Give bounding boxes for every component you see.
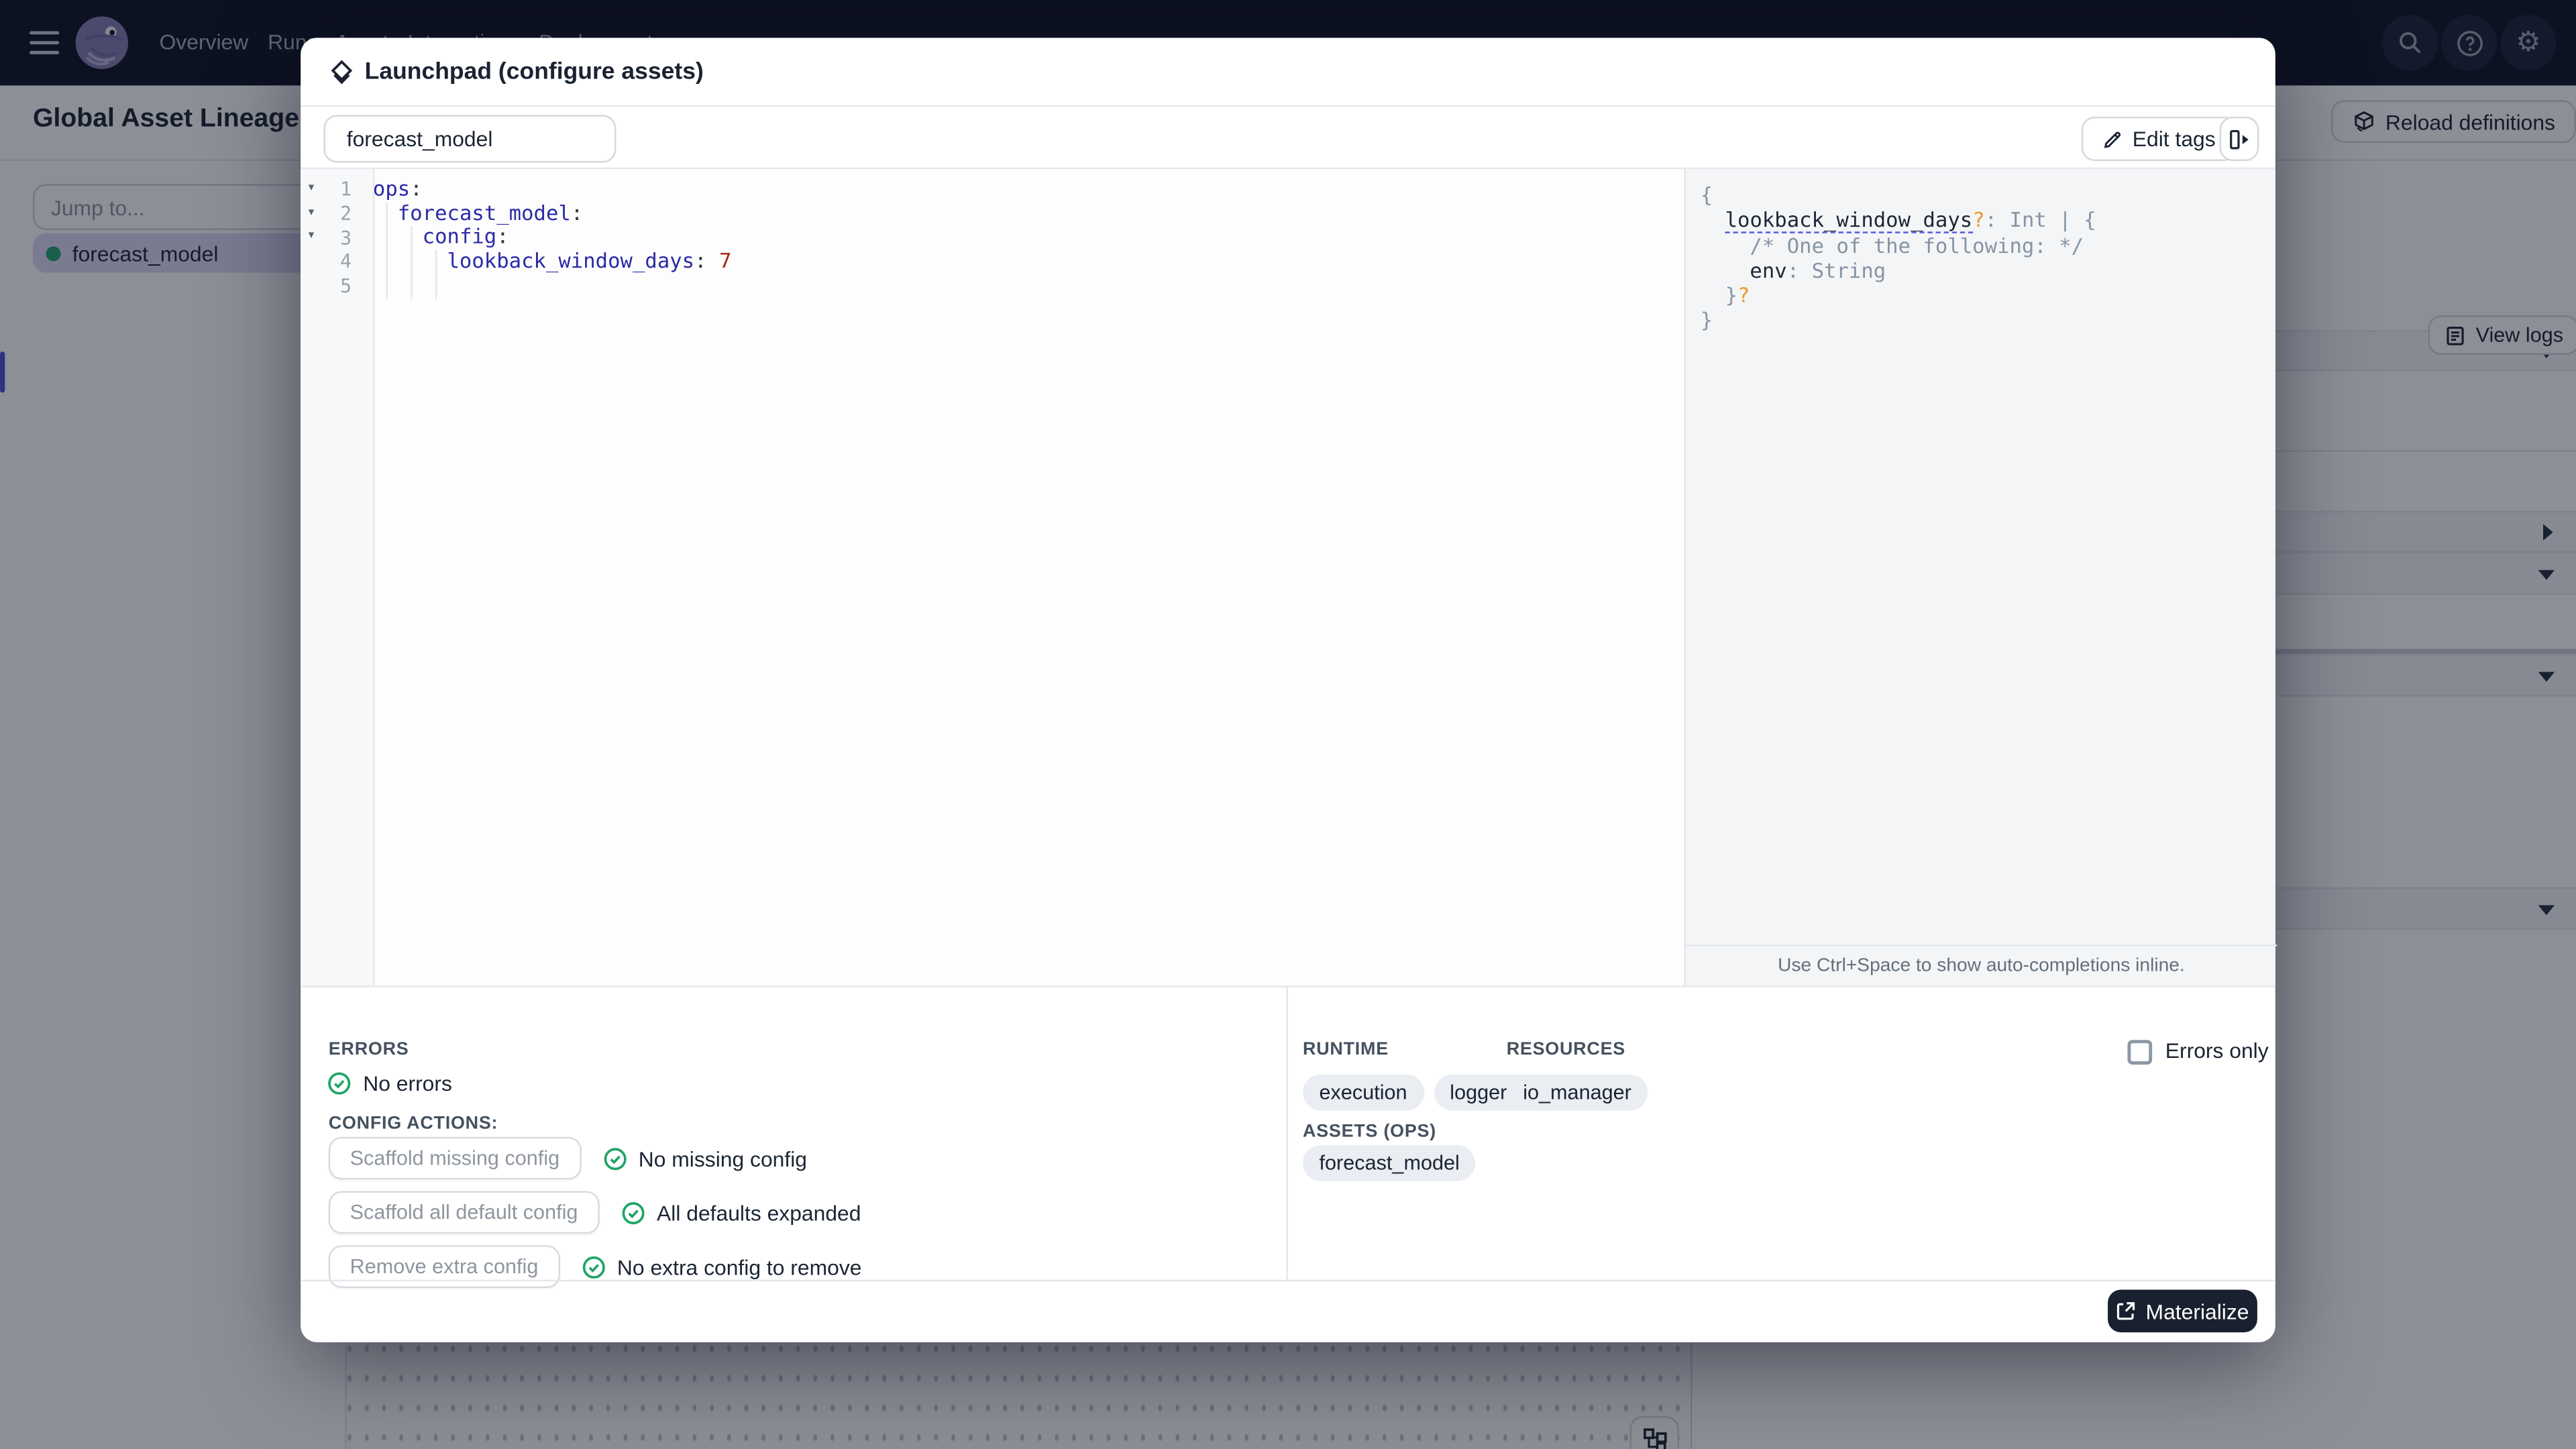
- modal-bottom-section: ERRORS No errors CONFIG ACTIONS: Scaffol…: [301, 985, 2275, 1289]
- autocomplete-hint: Use Ctrl+Space to show auto-completions …: [1685, 945, 2277, 985]
- schema-line: }: [1700, 308, 1713, 333]
- expand-panel-button[interactable]: [2219, 116, 2259, 162]
- config-action-row: Scaffold missing config No missing confi…: [328, 1136, 807, 1180]
- line-number: 2: [340, 202, 352, 225]
- config-action-status: No missing config: [602, 1146, 807, 1171]
- edit-tags-label: Edit tags: [2132, 126, 2216, 152]
- resources-tags: io_manager: [1506, 1074, 1648, 1111]
- check-circle-icon: [602, 1146, 627, 1171]
- errors-section-label: ERRORS: [328, 1040, 409, 1060]
- config-action-status: No extra config to remove: [581, 1254, 861, 1279]
- launchpad-modal: Launchpad (configure assets) forecast_mo…: [301, 38, 2277, 1342]
- errors-status: No errors: [327, 1071, 452, 1096]
- runtime-label: RUNTIME: [1303, 1040, 1389, 1060]
- scaffold-missing-config-button[interactable]: Scaffold missing config: [328, 1136, 582, 1180]
- launchpad-layers-icon: [329, 59, 355, 85]
- config-editor[interactable]: ▾ 1 ops: ▾ 2 forecast_model: ▾ 3 config: 4 look…: [301, 169, 1682, 986]
- modal-footer: Materialize: [301, 1279, 2275, 1342]
- resources-label: RESOURCES: [1506, 1040, 1625, 1060]
- schema-line: {: [1700, 182, 1713, 207]
- check-circle-icon: [581, 1254, 606, 1279]
- launch-external-icon: [2116, 1301, 2135, 1321]
- code-line[interactable]: 4 lookback_window_days: 7: [301, 248, 1682, 274]
- scaffold-all-default-config-button[interactable]: Scaffold all default config: [328, 1191, 600, 1234]
- assets-ops-tag: forecast_model: [1303, 1144, 1477, 1181]
- code-line[interactable]: 5: [301, 274, 1682, 298]
- line-number: 1: [340, 178, 352, 201]
- editor-lines: ▾ 1 ops: ▾ 2 forecast_model: ▾ 3 config: 4 look…: [301, 176, 1682, 298]
- config-actions-label: CONFIG ACTIONS:: [328, 1114, 498, 1134]
- materialize-button[interactable]: Materialize: [2108, 1289, 2257, 1333]
- divider: [1286, 987, 1289, 1282]
- config-action-status-text: No missing config: [638, 1146, 808, 1171]
- line-number: 5: [340, 274, 352, 298]
- runtime-tag: execution: [1303, 1074, 1424, 1111]
- modal-header: Launchpad (configure assets): [301, 38, 2275, 107]
- schema-line: /* One of the following: */: [1750, 232, 2084, 258]
- code-line[interactable]: ▾ 2 forecast_model:: [301, 200, 1682, 225]
- schema-lines: { lookback_window_days?: Int | { /* One …: [1701, 182, 2096, 333]
- indent-guide: [411, 226, 413, 299]
- fold-arrow-icon[interactable]: ▾: [301, 225, 322, 250]
- fold-arrow-icon[interactable]: ▾: [301, 201, 322, 225]
- edit-tags-button[interactable]: Edit tags: [2081, 116, 2237, 162]
- config-action-status: All defaults expanded: [621, 1200, 861, 1225]
- materialize-label: Materialize: [2145, 1298, 2249, 1324]
- code-line[interactable]: ▾ 1 ops:: [301, 176, 1682, 201]
- schema-line: }?: [1725, 282, 1750, 308]
- indent-guide: [435, 250, 437, 299]
- line-number: 3: [340, 226, 352, 250]
- config-action-row: Scaffold all default config All defaults…: [328, 1191, 861, 1234]
- resources-tag: io_manager: [1506, 1074, 1648, 1111]
- config-action-status-text: All defaults expanded: [657, 1199, 861, 1225]
- line-number: 4: [340, 250, 352, 274]
- errors-status-text: No errors: [363, 1071, 452, 1096]
- panel-expand-icon: [2228, 127, 2251, 150]
- errors-only-label: Errors only: [2165, 1038, 2269, 1063]
- config-action-status-text: No extra config to remove: [616, 1254, 862, 1279]
- config-schema-panel[interactable]: { lookback_window_days?: Int | { /* One …: [1684, 169, 2277, 986]
- fold-arrow-icon[interactable]: ▾: [301, 177, 322, 201]
- check-circle-icon: [327, 1071, 352, 1096]
- code-line[interactable]: ▾ 3 config:: [301, 224, 1682, 250]
- session-tab-row: forecast_model Edit tags: [301, 107, 2275, 170]
- session-tab[interactable]: forecast_model: [323, 115, 616, 163]
- modal-title: Launchpad (configure assets): [364, 59, 704, 86]
- errors-only-checkbox[interactable]: [2127, 1040, 2153, 1065]
- indent-guide: [386, 202, 388, 299]
- runtime-tags: execution loggers: [1303, 1074, 1534, 1111]
- schema-line: env: String: [1750, 258, 1886, 282]
- assets-ops-label: ASSETS (OPS): [1303, 1122, 1436, 1142]
- assets-ops-tags: forecast_model: [1303, 1144, 1477, 1181]
- schema-line: lookback_window_days?: Int | {: [1701, 207, 2096, 234]
- app-viewport: Global Asset Lineage Reload definitions …: [0, 0, 2576, 1449]
- check-circle-icon: [621, 1200, 645, 1225]
- pencil-icon: [2103, 129, 2123, 148]
